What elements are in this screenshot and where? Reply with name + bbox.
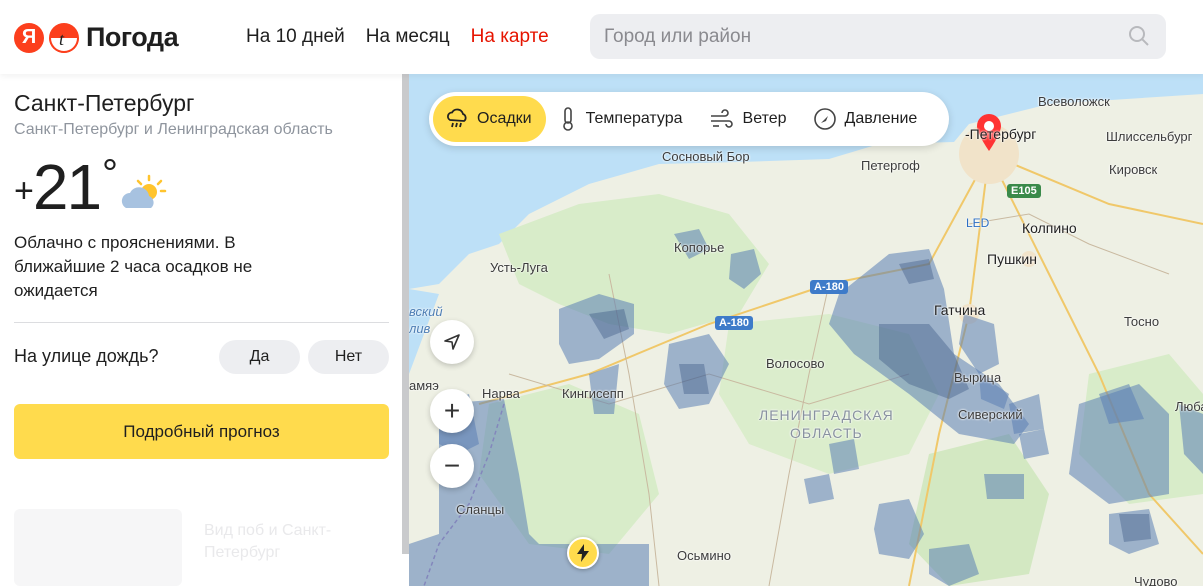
label-spb: -Петербург (965, 126, 1037, 142)
label-estonia-1: вский (409, 304, 443, 319)
label-kolpino: Колпино (1022, 220, 1077, 236)
temperature-value: 21 (32, 151, 102, 223)
search-input[interactable] (590, 14, 1090, 59)
label-koporye: Копорье (674, 240, 725, 255)
wind-icon (710, 109, 733, 128)
label-volosovo: Волосово (766, 356, 825, 371)
main-nav: На 10 дней На месяц На карте (246, 26, 549, 48)
navigation-arrow-icon (444, 334, 460, 350)
label-narva: Нарва (482, 386, 520, 401)
rain-no-button[interactable]: Нет (308, 340, 389, 374)
scrollbar[interactable] (402, 74, 409, 554)
thermometer-icon (562, 107, 573, 131)
divider (14, 322, 389, 323)
locate-me-button[interactable] (430, 320, 474, 364)
label-lyuban: Люба (1175, 399, 1203, 414)
weather-description: Облачно с прояснениями. В ближайшие 2 ча… (14, 233, 253, 300)
label-leningrad-oblast: ЛЕНИНГРАДСКАЯ ОБЛАСТЬ (759, 407, 894, 441)
nav-map[interactable]: На карте (471, 26, 549, 48)
precipitation-icon (447, 108, 467, 128)
road-a180-1: А-180 (810, 280, 848, 294)
label-siversky: Сиверский (958, 407, 1023, 422)
rain-question: На улице дождь? (14, 346, 159, 366)
zoom-out-button[interactable]: − (430, 444, 474, 488)
search-box (590, 14, 1166, 59)
degree-symbol: ° (102, 152, 118, 196)
weather-logo-icon: t (49, 22, 79, 53)
label-gatchina: Гатчина (934, 302, 986, 318)
road-e105: E105 (1007, 184, 1041, 198)
search-icon[interactable] (1128, 25, 1150, 47)
partly-cloudy-icon (121, 174, 167, 208)
promo-card-text: Вид поб и Санкт-Петербург (204, 522, 332, 561)
layer-wind[interactable]: Ветер (697, 96, 801, 142)
label-pushkin: Пушкин (987, 251, 1037, 267)
region-link[interactable]: Санкт-Петербург и Ленинградская область (14, 121, 333, 139)
label-estonia-3: амяэ (409, 378, 439, 393)
label-airport: LED (966, 216, 990, 230)
header: Я t Погода На 10 дней На месяц На карте (0, 0, 1203, 74)
nav-month[interactable]: На месяц (366, 26, 450, 48)
pressure-icon (813, 108, 836, 130)
promo-card-image (14, 509, 182, 586)
current-temperature: + 21 ° (14, 150, 118, 224)
label-slantsy: Сланцы (456, 502, 505, 517)
zoom-in-button[interactable]: + (430, 389, 474, 433)
label-sosnovy-bor: Сосновый Бор (662, 149, 750, 164)
label-kingisepp: Кингисепп (562, 386, 624, 401)
label-estonia-2: лив (409, 321, 431, 336)
nav-10-days[interactable]: На 10 дней (246, 26, 345, 48)
yandex-logo-icon: Я (14, 22, 44, 53)
yandex-weather-logo[interactable]: Я t Погода (14, 22, 179, 53)
detailed-forecast-button[interactable]: Подробный прогноз (14, 404, 389, 459)
label-vyritsa: Вырица (954, 370, 1002, 385)
layer-temperature-label: Температура (585, 110, 683, 127)
map-layer-switcher: Осадки Температура Ветер Давление (429, 92, 949, 146)
rain-yes-button[interactable]: Да (219, 340, 300, 374)
weather-map[interactable]: Осадки Температура Ветер Давление + − -П… (409, 74, 1203, 586)
logo-title: Погода (86, 22, 179, 52)
label-tosno: Тосно (1124, 314, 1160, 329)
layer-pressure[interactable]: Давление (801, 96, 932, 142)
label-shlisselburg: Шлиссельбург (1106, 129, 1193, 144)
layer-precipitation-label: Осадки (477, 110, 532, 127)
label-peterhof: Петергоф (861, 158, 920, 173)
label-chudovo: Чудово (1134, 574, 1178, 586)
label-kirovsk: Кировск (1109, 162, 1158, 177)
weather-panel: Санкт-Петербург Санкт-Петербург и Ленинг… (0, 74, 403, 586)
layer-pressure-label: Давление (844, 110, 918, 127)
label-osmino: Осьмино (677, 548, 731, 563)
temperature-sign: + (14, 172, 34, 210)
layer-precipitation[interactable]: Осадки (433, 96, 546, 142)
city-name: Санкт-Петербург (14, 90, 195, 116)
label-vsevolozhsk: Всеволожск (1038, 94, 1110, 109)
map-background (409, 74, 1203, 586)
layer-temperature[interactable]: Температура (546, 96, 697, 142)
layer-wind-label: Ветер (742, 110, 787, 127)
label-ust-luga: Усть-Луга (490, 260, 548, 275)
lightning-icon[interactable] (567, 537, 599, 569)
road-a180-2: А-180 (715, 316, 753, 330)
